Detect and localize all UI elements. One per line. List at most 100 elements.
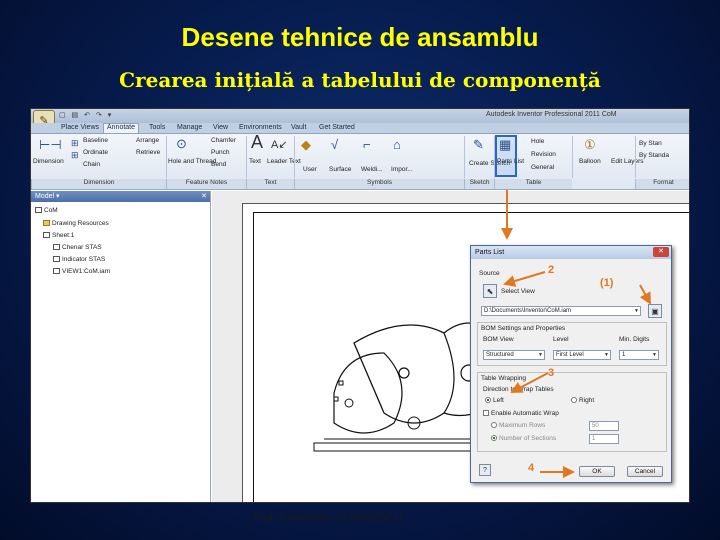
separator [294,136,295,178]
tab-annotate[interactable]: Annotate [103,123,140,133]
panel-table: Table [494,179,572,189]
tab-vault[interactable]: Vault [291,124,306,134]
tree-item-sheet[interactable]: Sheet:1 [43,232,74,239]
tree-item-view[interactable]: VIEW1:CoM.iam [53,268,110,275]
tree-item-border[interactable]: Chenar STAS [53,244,102,251]
panel-text: Text [246,179,294,189]
chevron-down-icon: ▼ [604,352,609,358]
ribbon: ⊢⊣ Dimension ⊞ Baseline ⊞ Ordinate Chain… [31,132,689,190]
slide-title: Desene tehnice de ansamblu [181,22,539,52]
footer-author: Prof. Constantin STANCESCU [253,512,402,524]
user-symbol-icon: ◆ [301,137,311,152]
panel-sketch: Sketch [464,179,494,189]
welding-icon: ⌐ [363,137,371,152]
direction-label: Direction to Wrap Tables [483,386,554,393]
general-table-button[interactable]: General [531,164,554,171]
tab-place-views[interactable]: Place Views [61,124,99,134]
chain-button[interactable]: Chain [83,161,100,168]
user-symbol-button[interactable]: User [303,166,317,173]
tree-item-resources[interactable]: Drawing Resources [43,220,109,227]
number-of-sections-radio[interactable]: Number of Sections [491,435,556,442]
close-icon[interactable]: ✕ [201,191,207,202]
retrieve-button[interactable]: Retrieve [136,149,160,156]
callout-3: 3 [548,367,555,379]
hole-thread-icon: ⊙ [176,136,187,151]
panel-dimension: Dimension [31,179,166,189]
layer-standard-dropdown[interactable]: By Standa [639,152,669,159]
parts-list-dialog: Parts List ✕ Source ⬉ Select View D:\Doc… [470,245,672,483]
panel-feature-notes: Feature Notes [166,179,246,189]
title-bar: ▢ ▤ ↶ ↷ ▾ Autodesk Inventor Professional… [31,109,689,123]
tab-tools[interactable]: Tools [149,124,165,134]
hole-table-button[interactable]: Hole [531,138,544,145]
separator [572,136,573,178]
import-button[interactable]: Impor... [391,166,413,173]
min-digits-label: Min. Digits [619,336,650,343]
dimension-icon: ⊢⊣ [39,137,62,152]
tree-item-root[interactable]: CoM [35,207,58,214]
close-icon[interactable]: ✕ [653,247,669,257]
hole-thread-button[interactable]: Hole and Thread [168,158,216,165]
chamfer-button[interactable]: Chamfer [211,137,236,144]
chevron-down-icon: ▼ [634,308,639,314]
sheet-icon [43,232,50,239]
style-standard-dropdown[interactable]: By Stan [639,140,662,147]
right-radio[interactable]: Right [571,397,594,404]
left-radio[interactable]: Left [485,397,504,404]
arrange-button[interactable]: Arrange [136,137,159,144]
help-icon[interactable]: ? [479,464,491,476]
separator [246,136,247,178]
dimension-button[interactable]: Dimension [33,158,64,165]
punch-button[interactable]: Punch [211,149,229,156]
panel-format: Format [635,179,689,189]
text-button[interactable]: Text [249,158,261,165]
callout-2: 2 [548,264,555,276]
leader-text-icon: A↙ [271,139,288,151]
bom-section-label: BOM Settings and Properties [481,325,566,332]
balloon-button[interactable]: Balloon [579,158,601,165]
edit-layers-button[interactable]: Edit Layers [611,158,644,165]
tab-manage[interactable]: Manage [177,124,202,134]
select-view-button[interactable]: ⬉ [483,284,497,298]
ok-button[interactable]: OK [579,466,615,477]
bom-view-label: BOM View [483,336,514,343]
bom-view-select[interactable]: Structured ▼ [483,350,545,360]
browse-file-button[interactable]: ▣ [648,304,662,318]
surface-button[interactable]: Surface [329,166,351,173]
select-view-label: Select View [501,288,535,295]
baseline-button[interactable]: Baseline [83,137,108,144]
window-title: Autodesk Inventor Professional 2011 CoM [486,111,617,118]
ribbon-tabs: Place Views Annotate Tools Manage View E… [31,123,689,134]
maximum-rows-radio[interactable]: Maximum Rows [491,422,545,429]
min-digits-select[interactable]: 1 ▼ [619,350,659,360]
browser-header[interactable]: Model ▾ ✕ [31,191,210,202]
cancel-button[interactable]: Cancel [627,466,663,477]
view-icon [53,268,60,275]
text-icon: A [251,132,264,152]
parts-list-button[interactable]: Parts List [497,158,524,165]
ordinate-button[interactable]: Ordinate [83,149,108,156]
tab-get-started[interactable]: Get Started [319,124,355,134]
panel-symbols: Symbols [294,179,464,189]
file-path-field[interactable]: D:\Documents\Inventor\CoM.iam ▼ [481,306,641,316]
max-rows-field[interactable]: 50 [589,421,619,431]
dialog-title-bar: Parts List ✕ [471,246,671,259]
sections-field[interactable]: 1 [589,434,619,444]
callout-4: 4 [528,462,535,474]
tree-item-title-block[interactable]: Indicator STAS [53,256,105,263]
leader-text-button[interactable]: Leader Text [267,158,301,165]
chevron-down-icon: ▼ [538,352,543,358]
separator [635,136,636,178]
folder-icon [43,220,50,227]
quick-access-toolbar[interactable]: ▢ ▤ ↶ ↷ ▾ [59,111,113,119]
tab-view[interactable]: View [213,124,228,134]
border-icon [53,244,60,251]
welding-button[interactable]: Weldi... [361,166,383,173]
level-label: Level [553,336,569,343]
revision-table-button[interactable]: Revision [531,151,556,158]
bend-button[interactable]: Bend [211,161,226,168]
source-label: Source [479,270,500,277]
enable-auto-wrap-checkbox[interactable]: Enable Automatic Wrap [483,410,559,417]
level-select[interactable]: First Level ▼ [553,350,611,360]
parts-list-icon: ▦ [499,137,512,152]
